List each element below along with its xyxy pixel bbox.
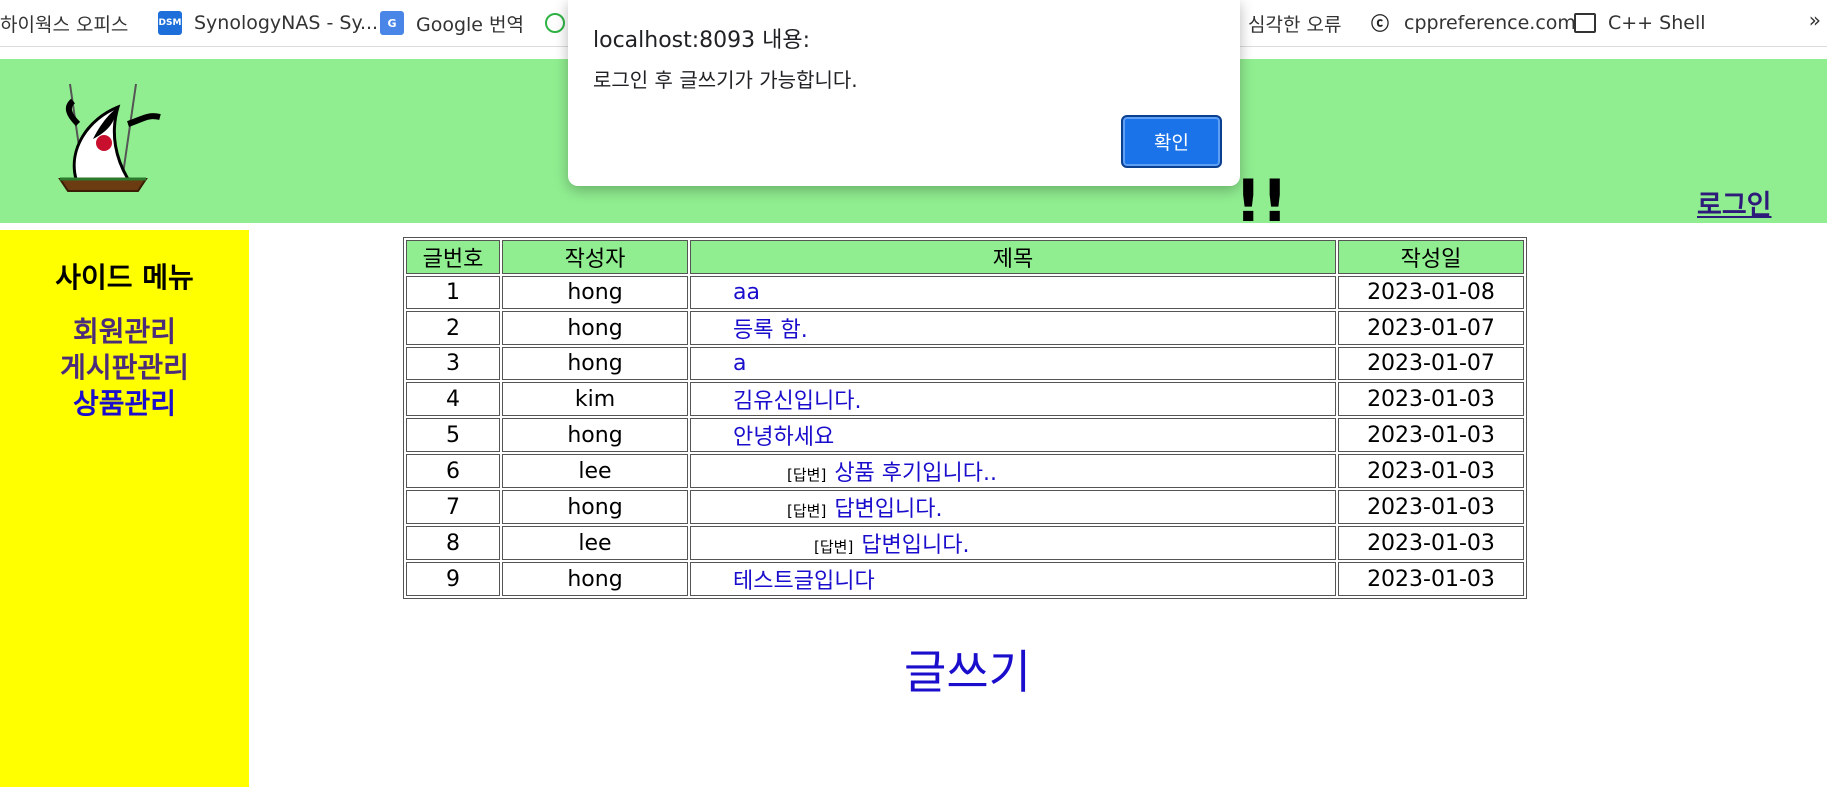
sidebar-item-member-management[interactable]: 회원관리	[0, 314, 249, 350]
login-link[interactable]: 로그인	[1697, 183, 1772, 222]
post-date: 2023-01-07	[1338, 347, 1524, 380]
post-number: 5	[406, 418, 500, 452]
table-row: 6 lee [답변] 상품 후기입니다.. 2023-01-03	[406, 454, 1524, 488]
post-title-link[interactable]: 안녕하세요	[733, 425, 834, 450]
bookmark-label: Google 번역	[416, 13, 525, 36]
site-title: !!	[1235, 167, 1288, 235]
column-header-date: 작성일	[1338, 240, 1524, 274]
bookmark-cppreference[interactable]: ⓒ cppreference.com	[1368, 8, 1576, 38]
bookmark-label: cppreference.com	[1404, 12, 1576, 34]
table-row: 9 hong 테스트글입니다 2023-01-03	[406, 562, 1524, 596]
write-post-link[interactable]: 글쓰기	[904, 636, 1031, 702]
post-title-link[interactable]: aa	[733, 280, 760, 305]
post-title-link[interactable]: 답변입니다.	[834, 497, 942, 522]
post-writer: hong	[502, 276, 688, 309]
column-header-title: 제목	[690, 240, 1336, 274]
dialog-title: localhost:8093 내용:	[593, 28, 811, 53]
window-icon	[1574, 13, 1596, 33]
side-menu-heading: 사이드 메뉴	[55, 261, 194, 294]
post-date: 2023-01-03	[1338, 382, 1524, 416]
post-title-cell: aa	[690, 276, 1336, 309]
post-title-link[interactable]: 답변입니다.	[861, 533, 969, 558]
cppreference-icon: ⓒ	[1368, 11, 1392, 35]
post-title-cell: 김유신입니다.	[690, 382, 1336, 416]
bookmark-label: C++ Shell	[1608, 12, 1706, 34]
post-title-cell: 등록 함.	[690, 311, 1336, 345]
column-header-number: 글번호	[406, 240, 500, 274]
post-number: 4	[406, 382, 500, 416]
post-title-link[interactable]: 상품 후기입니다..	[834, 461, 997, 486]
post-number: 6	[406, 454, 500, 488]
table-row: 5 hong 안녕하세요 2023-01-03	[406, 418, 1524, 452]
sidebar-item-product-management[interactable]: 상품관리	[0, 386, 249, 422]
reply-tag: [답변]	[787, 502, 827, 520]
table-header-row: 글번호 작성자 제목 작성일	[406, 240, 1524, 274]
dialog-ok-button[interactable]: 확인	[1121, 115, 1222, 168]
bookmark-label: 하이웍스 오피스	[0, 13, 129, 36]
post-writer: lee	[502, 526, 688, 560]
post-writer: hong	[502, 490, 688, 524]
post-title-cell: a	[690, 347, 1336, 380]
post-title-cell: [답변] 답변입니다.	[690, 526, 1336, 560]
post-title-cell: 안녕하세요	[690, 418, 1336, 452]
post-number: 2	[406, 311, 500, 345]
post-date: 2023-01-03	[1338, 418, 1524, 452]
post-title-link[interactable]: 테스트글입니다	[733, 569, 875, 594]
column-header-writer: 작성자	[502, 240, 688, 274]
bookmark-hiworks[interactable]: 하이웍스 오피스	[0, 8, 128, 38]
post-title-cell: 테스트글입니다	[690, 562, 1336, 596]
post-date: 2023-01-08	[1338, 276, 1524, 309]
post-writer: lee	[502, 454, 688, 488]
post-date: 2023-01-07	[1338, 311, 1524, 345]
side-menu: 사이드 메뉴 회원관리 게시판관리 상품관리	[0, 230, 249, 787]
post-title-link[interactable]: a	[733, 351, 746, 376]
bookmark-site-icon	[545, 13, 565, 33]
post-writer: hong	[502, 311, 688, 345]
post-writer: kim	[502, 382, 688, 416]
google-translate-icon: G	[380, 11, 404, 35]
post-number: 3	[406, 347, 500, 380]
table-row: 4 kim 김유신입니다. 2023-01-03	[406, 382, 1524, 416]
table-row: 8 lee [답변] 답변입니다. 2023-01-03	[406, 526, 1524, 560]
post-writer: hong	[502, 347, 688, 380]
bookmarks-overflow-button[interactable]: »	[1809, 8, 1821, 32]
reply-tag: [답변]	[787, 466, 827, 484]
bookmark-label: 심각한 오류	[1248, 13, 1342, 36]
post-number: 1	[406, 276, 500, 309]
alert-dialog: localhost:8093 내용: 로그인 후 글쓰기가 가능합니다. 확인	[568, 0, 1240, 186]
post-title-link[interactable]: 김유신입니다.	[733, 389, 861, 414]
post-date: 2023-01-03	[1338, 490, 1524, 524]
post-writer: hong	[502, 562, 688, 596]
bookmark-label: SynologyNAS - Sy...	[194, 12, 379, 34]
post-date: 2023-01-03	[1338, 562, 1524, 596]
post-title-cell: [답변] 상품 후기입니다..	[690, 454, 1336, 488]
bookmark-cpp-shell[interactable]: C++ Shell	[1574, 8, 1706, 38]
table-row: 2 hong 등록 함. 2023-01-07	[406, 311, 1524, 345]
post-writer: hong	[502, 418, 688, 452]
post-title-cell: [답변] 답변입니다.	[690, 490, 1336, 524]
dialog-message: 로그인 후 글쓰기가 가능합니다.	[593, 68, 858, 92]
table-row: 3 hong a 2023-01-07	[406, 347, 1524, 380]
board-table: 글번호 작성자 제목 작성일 1 hong aa 2023-01-08 2 ho…	[403, 237, 1527, 599]
duke-mascot-logo	[58, 83, 161, 192]
post-number: 7	[406, 490, 500, 524]
bookmark-synology[interactable]: DSM SynologyNAS - Sy...	[158, 8, 378, 38]
post-title-link[interactable]: 등록 함.	[733, 318, 808, 343]
post-number: 8	[406, 526, 500, 560]
table-row: 7 hong [답변] 답변입니다. 2023-01-03	[406, 490, 1524, 524]
bookmark-google-translate[interactable]: G Google 번역	[380, 8, 524, 38]
reply-tag: [답변]	[814, 538, 854, 556]
post-date: 2023-01-03	[1338, 526, 1524, 560]
post-number: 9	[406, 562, 500, 596]
table-row: 1 hong aa 2023-01-08	[406, 276, 1524, 309]
bookmark-serious-error[interactable]: 심각한 오류	[1248, 8, 1341, 38]
post-date: 2023-01-03	[1338, 454, 1524, 488]
sidebar-item-board-management[interactable]: 게시판관리	[0, 350, 249, 386]
dsm-icon: DSM	[158, 11, 182, 35]
